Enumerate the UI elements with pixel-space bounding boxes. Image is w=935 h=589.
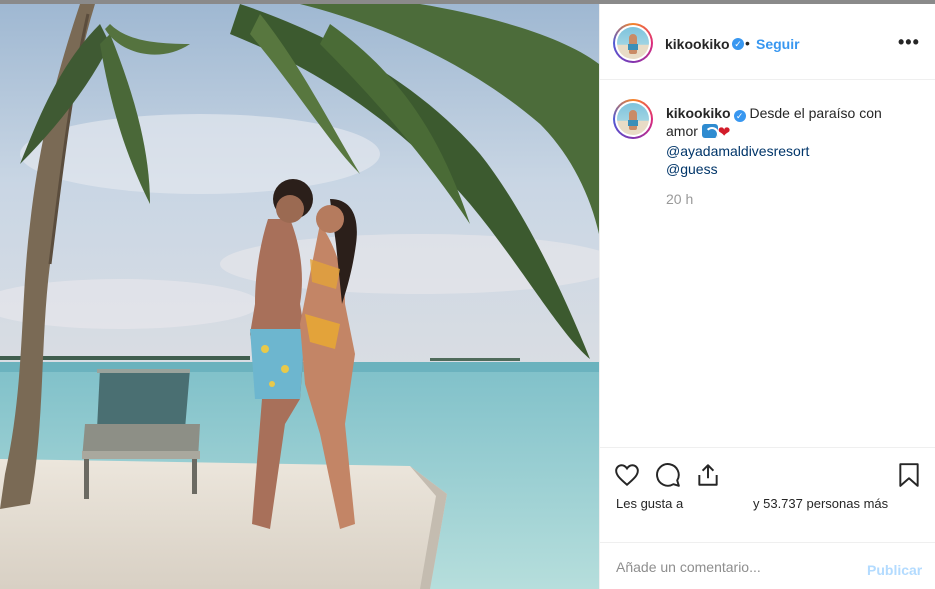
caption-username[interactable]: kikookiko bbox=[666, 105, 731, 121]
comment-icon bbox=[656, 463, 680, 487]
like-button[interactable] bbox=[614, 462, 640, 488]
post-timestamp[interactable]: 20 h bbox=[666, 191, 693, 207]
more-options-icon[interactable]: ••• bbox=[898, 32, 920, 53]
comment-form: Publicar bbox=[600, 542, 935, 589]
caption-avatar[interactable] bbox=[613, 99, 653, 139]
separator-dot: • bbox=[745, 35, 750, 51]
red-heart-emoji-icon: ❤ bbox=[717, 124, 731, 141]
post-header: kikookiko ✓ • Seguir ••• bbox=[600, 4, 935, 80]
verified-badge-icon: ✓ bbox=[733, 110, 746, 122]
save-button[interactable] bbox=[896, 462, 922, 488]
comment-input[interactable] bbox=[616, 557, 836, 577]
bookmark-icon bbox=[899, 463, 919, 487]
water-wave-emoji-icon bbox=[701, 124, 718, 138]
follow-button[interactable]: Seguir bbox=[756, 36, 800, 52]
post-photo[interactable] bbox=[0, 4, 599, 589]
heart-icon bbox=[615, 464, 639, 487]
mention-link-resort[interactable]: @ayadamaldivesresort bbox=[666, 142, 916, 160]
comment-button[interactable] bbox=[655, 462, 681, 488]
likes-prefix: Les gusta a bbox=[616, 496, 684, 511]
caption-text: kikookiko ✓ Desde el paraíso con amor ❤ @… bbox=[666, 104, 916, 178]
header-username[interactable]: kikookiko bbox=[665, 36, 730, 52]
mention-link-guess[interactable]: @guess bbox=[666, 160, 916, 178]
caption-line2: amor bbox=[666, 123, 698, 139]
share-button[interactable] bbox=[695, 462, 721, 488]
likes-count-link[interactable]: y 53.737 personas más bbox=[753, 496, 888, 511]
avatar[interactable] bbox=[613, 23, 653, 63]
caption-line1: Desde el paraíso con bbox=[749, 105, 882, 121]
post-side-panel: kikookiko ✓ • Seguir ••• kikookiko ✓ Desd… bbox=[599, 4, 935, 589]
beach-photo-illustration bbox=[0, 4, 599, 589]
post-window: kikookiko ✓ • Seguir ••• kikookiko ✓ Desd… bbox=[0, 0, 935, 589]
post-actions: Les gusta a y 53.737 personas más bbox=[600, 447, 935, 542]
verified-badge-icon: ✓ bbox=[732, 38, 744, 50]
publish-button[interactable]: Publicar bbox=[867, 562, 922, 578]
share-icon bbox=[698, 464, 718, 486]
